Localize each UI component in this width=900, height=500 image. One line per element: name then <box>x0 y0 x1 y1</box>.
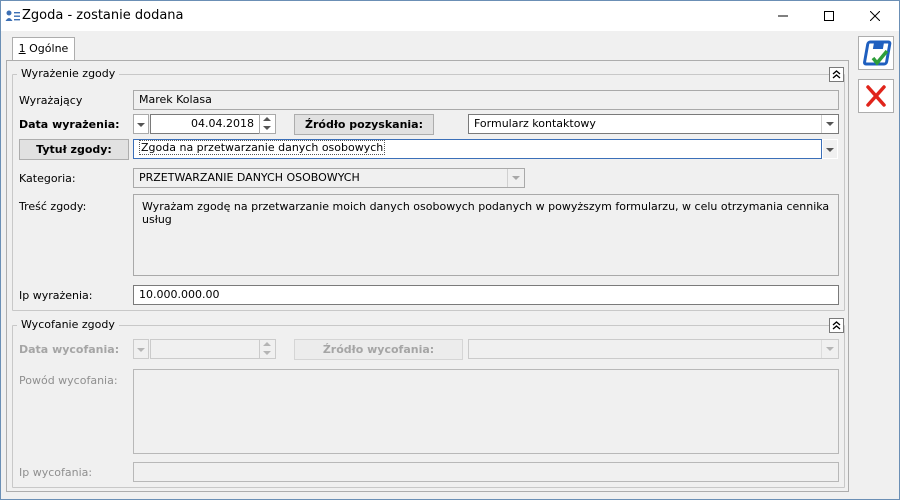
save-icon <box>863 40 892 66</box>
app-icon <box>5 9 21 23</box>
date-withdrawn-input <box>150 339 260 359</box>
source-withdrawal-button: Źródło wycofania: <box>294 339 463 360</box>
expressing-field: Marek Kolasa <box>133 90 839 110</box>
maximize-icon <box>824 11 834 21</box>
window-title: Zgoda - zostanie dodana <box>22 8 184 23</box>
chevron-down-icon <box>826 148 834 152</box>
withdraw-collapse-button[interactable] <box>829 318 844 333</box>
maximize-button[interactable] <box>806 1 852 31</box>
date-expressed-input[interactable]: 04.04.2018 <box>150 114 260 134</box>
consent-collapse-button[interactable] <box>829 67 844 82</box>
category-label: Kategoria: <box>19 172 76 185</box>
ip-withdrawn-input <box>133 462 839 482</box>
close-icon <box>869 10 881 22</box>
withdraw-group-title: Wycofanie zgody <box>17 318 119 331</box>
spin-down-icon <box>263 126 271 130</box>
chevron-down-icon <box>137 123 145 127</box>
date-expressed-spinner[interactable] <box>259 114 276 134</box>
spin-down[interactable] <box>260 124 275 133</box>
category-value: PRZETWARZANIE DANYCH OSOBOWYCH <box>139 171 360 184</box>
ip-withdrawn-label: Ip wycofania: <box>19 466 93 479</box>
consent-title-value: Zgoda na przetwarzanie danych osobowych <box>139 140 386 155</box>
collapse-up-icon <box>832 321 841 330</box>
collapse-up-icon <box>832 70 841 79</box>
spin-up-icon <box>263 117 271 121</box>
tab-general[interactable]: 1 Ogólne <box>12 37 75 61</box>
date-withdrawn-spinner <box>259 339 276 359</box>
cancel-icon <box>866 85 886 107</box>
reason-withdrawn-text <box>133 369 839 454</box>
category-dropdown-arrow <box>507 169 524 187</box>
date-expressed-label: Data wyrażenia: <box>19 118 120 131</box>
spin-down-icon <box>263 351 271 355</box>
spin-up[interactable] <box>260 115 275 124</box>
expressing-label: Wyrażający <box>19 94 83 107</box>
reason-withdrawn-label: Powód wycofania: <box>19 374 118 387</box>
source-acquisition-select[interactable]: Formularz kontaktowy <box>468 114 839 134</box>
spin-down <box>260 349 275 358</box>
source-dropdown-arrow[interactable] <box>821 115 838 133</box>
close-button[interactable] <box>852 1 898 31</box>
ip-expressed-label: Ip wyrażenia: <box>19 289 93 302</box>
spin-up-icon <box>263 342 271 346</box>
date-withdrawn-dropdown <box>133 339 149 359</box>
content-label: Treść zgody: <box>19 200 87 213</box>
date-expressed-dropdown[interactable] <box>133 114 149 134</box>
consent-title-input[interactable]: Zgoda na przetwarzanie danych osobowych <box>133 139 822 159</box>
chevron-down-icon <box>826 122 834 126</box>
consent-window: Zgoda - zostanie dodana 1 Ogólne Wyrażen… <box>0 0 900 500</box>
tab-label: Ogólne <box>25 42 69 55</box>
minimize-button[interactable] <box>760 1 806 31</box>
ip-expressed-input[interactable]: 10.000.000.00 <box>133 285 839 305</box>
source-acquisition-value: Formularz kontaktowy <box>474 117 596 130</box>
date-withdrawn-label: Data wycofania: <box>19 343 120 356</box>
cancel-button[interactable] <box>858 79 894 113</box>
source-withdrawal-arrow <box>821 340 838 358</box>
tab-accel: 1 <box>18 42 26 55</box>
chevron-down-icon <box>512 176 520 180</box>
chevron-down-icon <box>826 347 834 351</box>
tab-content: Wyrażenie zgody Wyrażający Marek Kolasa … <box>6 60 849 492</box>
save-button[interactable] <box>858 36 894 70</box>
minimize-icon <box>778 15 788 17</box>
title-bar: Zgoda - zostanie dodana <box>1 1 899 31</box>
consent-group-title: Wyrażenie zgody <box>17 67 120 80</box>
content-text: Wyrażam zgodę na przetwarzanie moich dan… <box>133 194 839 276</box>
category-select: PRZETWARZANIE DANYCH OSOBOWYCH <box>133 168 525 188</box>
consent-title-dropdown[interactable] <box>822 139 838 159</box>
source-withdrawal-select <box>468 339 839 359</box>
spin-up <box>260 340 275 349</box>
consent-title-button[interactable]: Tytuł zgody: <box>19 139 129 160</box>
chevron-down-icon <box>137 348 145 352</box>
source-acquisition-button[interactable]: Źródło pozyskania: <box>294 114 434 135</box>
